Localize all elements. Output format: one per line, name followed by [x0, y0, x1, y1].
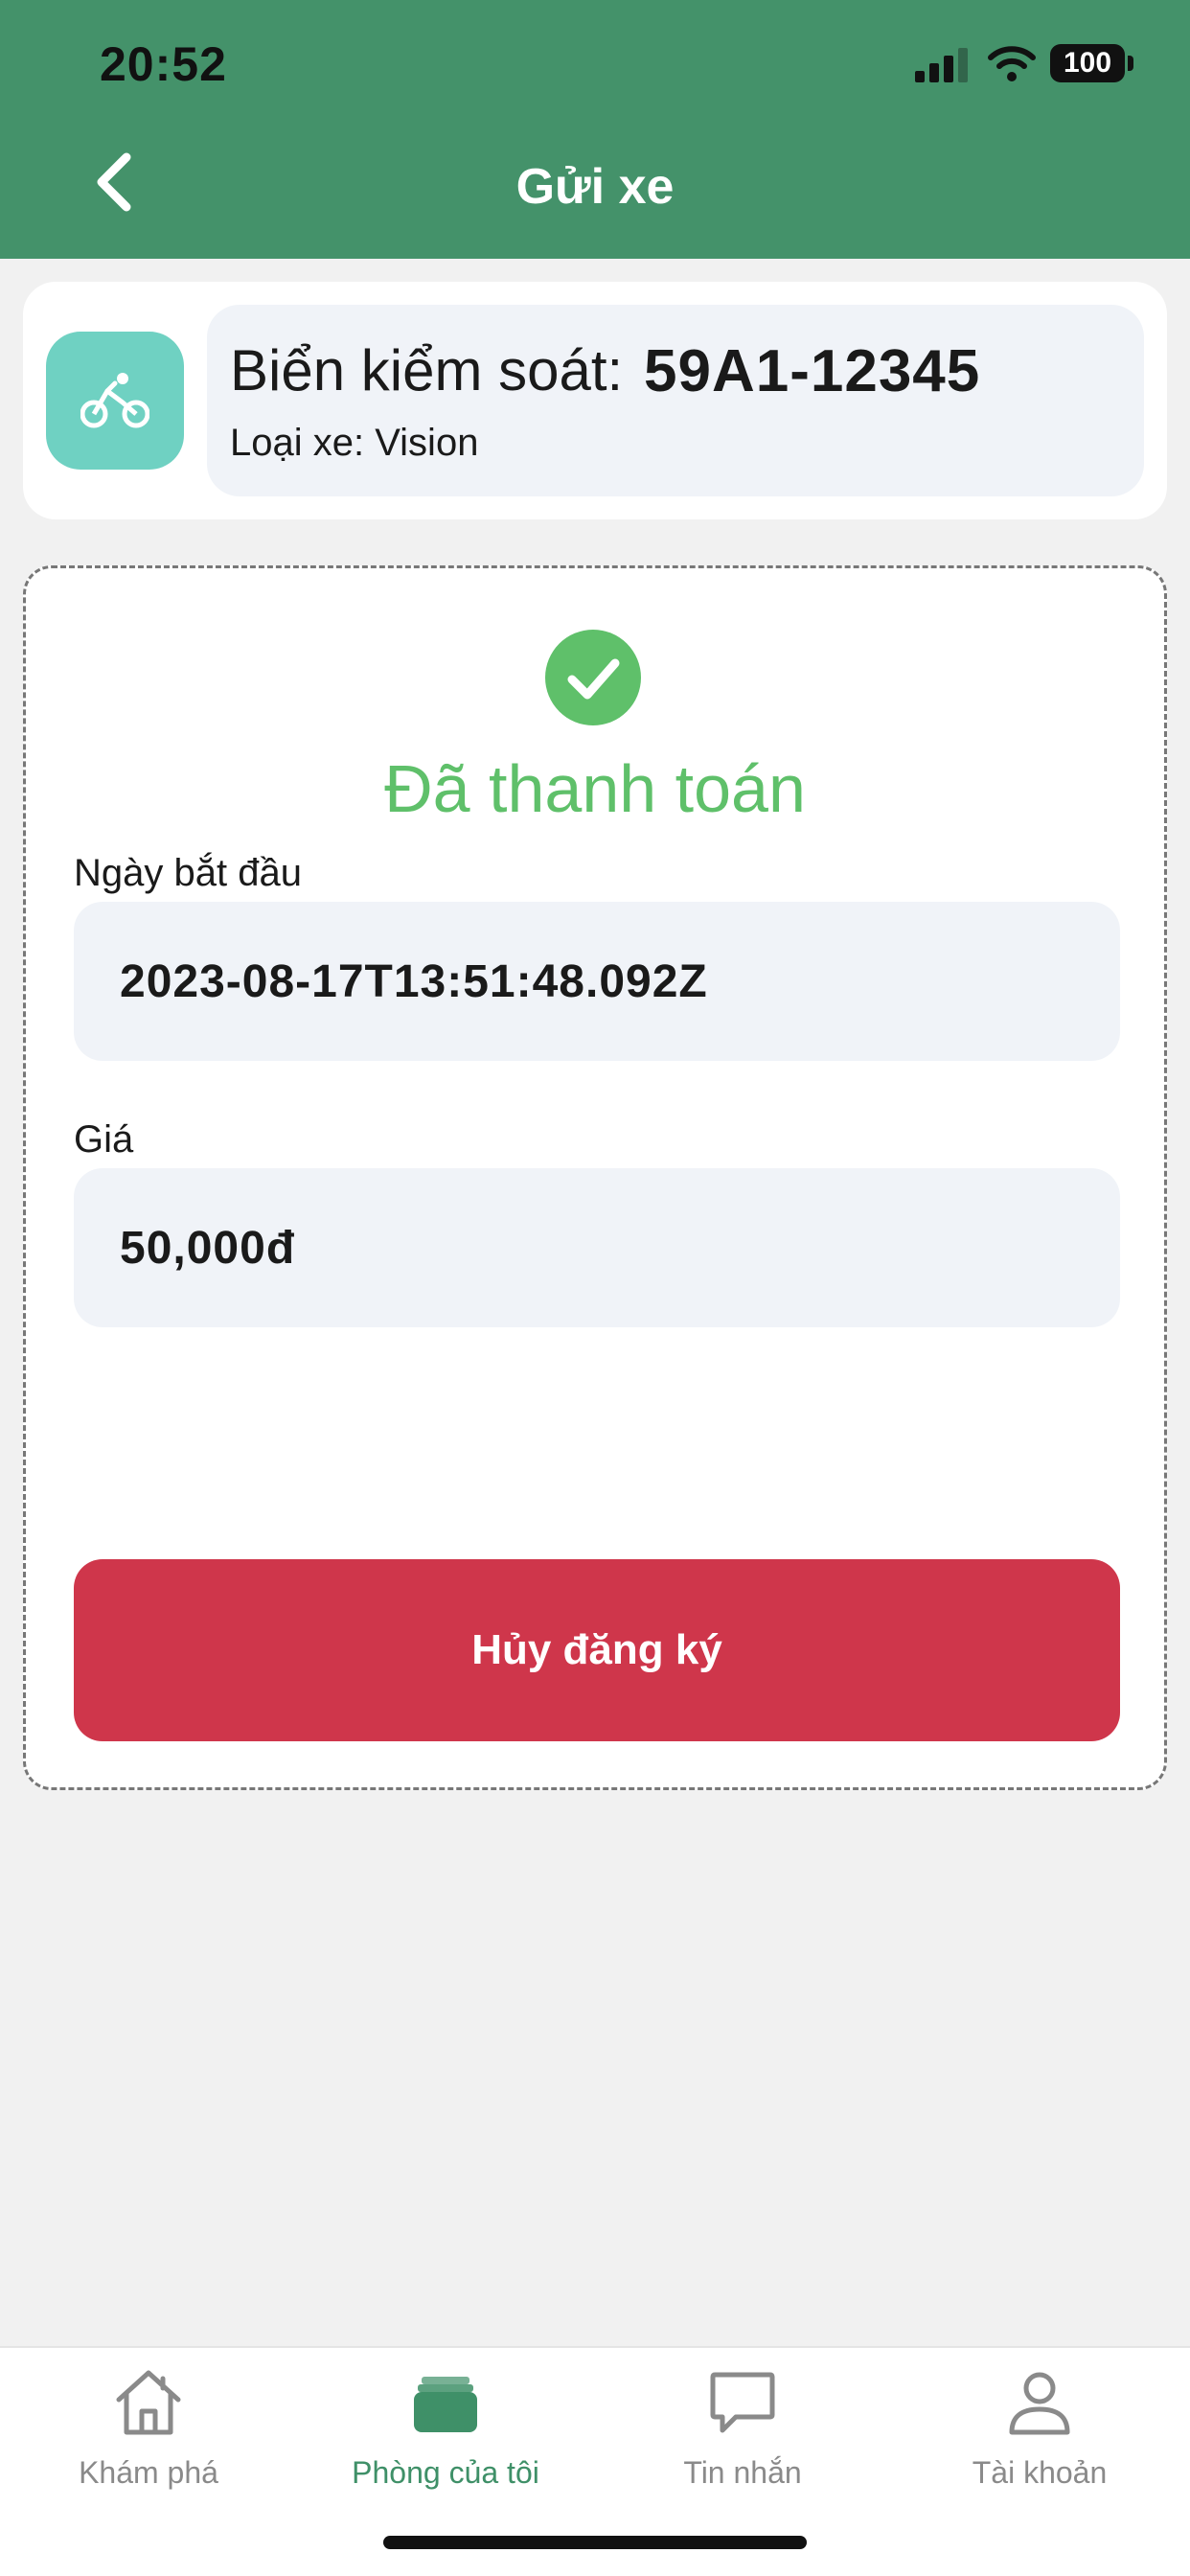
home-indicator[interactable]: [383, 2536, 807, 2549]
plate-number: 59A1-12345: [644, 338, 981, 404]
price-value: 50,000đ: [120, 1223, 296, 1274]
tab-my-room[interactable]: Phòng của tôi: [297, 2348, 594, 2501]
battery-indicator: 100: [1050, 44, 1125, 82]
price-field: 50,000đ: [74, 1168, 1120, 1327]
check-circle-icon: [545, 630, 641, 725]
tab-explore[interactable]: Khám phá: [0, 2348, 297, 2501]
battery-cap: [1128, 56, 1133, 71]
status-time: 20:52: [100, 37, 227, 91]
tab-label: Khám phá: [79, 2455, 218, 2490]
user-icon: [1009, 2372, 1070, 2435]
vehicle-card: Biển kiểm soát: 59A1-12345 Loại xe: Visi…: [23, 282, 1167, 519]
screen: 20:52 100 Gửi xe Biển kiểm soát: 59A1-12…: [0, 0, 1190, 2576]
wallet-icon: [414, 2377, 477, 2432]
chat-bubble-icon: [710, 2372, 775, 2433]
tab-account[interactable]: Tài khoản: [891, 2348, 1188, 2501]
home-icon: [116, 2370, 181, 2435]
page-title: Gửi xe: [515, 159, 675, 215]
start-date-field: 2023-08-17T13:51:48.092Z: [74, 902, 1120, 1061]
cellular-signal-icon: [915, 48, 968, 82]
status-bar: 20:52 100: [0, 0, 1190, 134]
payment-status: Đã thanh toán: [384, 751, 806, 826]
tab-messages[interactable]: Tin nhắn: [594, 2348, 891, 2501]
plate-label: Biển kiểm soát:: [230, 338, 624, 402]
payment-panel: Đã thanh toán Ngày bắt đầu 2023-08-17T13…: [23, 565, 1167, 1790]
wifi-icon: [988, 46, 1036, 81]
tab-label: Phòng của tôi: [352, 2455, 539, 2490]
start-date-value: 2023-08-17T13:51:48.092Z: [120, 956, 708, 1007]
vehicle-type: Loại xe: Vision: [230, 422, 479, 464]
vehicle-badge: [46, 332, 184, 470]
cancel-registration-button[interactable]: Hủy đăng ký: [74, 1559, 1120, 1741]
bicycle-icon: [80, 373, 149, 428]
header: 20:52 100 Gửi xe: [0, 0, 1190, 259]
vehicle-info: Biển kiểm soát: 59A1-12345 Loại xe: Visi…: [207, 305, 1144, 496]
price-label: Giá: [74, 1118, 134, 1161]
tab-label: Tài khoản: [972, 2455, 1108, 2490]
tab-label: Tin nhắn: [683, 2455, 802, 2490]
start-date-label: Ngày bắt đầu: [74, 852, 302, 894]
